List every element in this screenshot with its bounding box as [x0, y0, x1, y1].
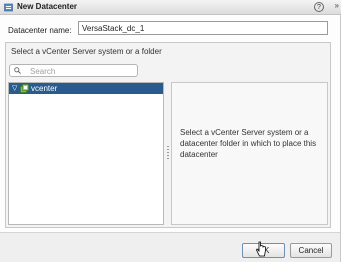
datacenter-name-input[interactable] [78, 21, 328, 35]
mouse-cursor-icon [256, 241, 266, 257]
dialog-footer: OK Cancel [0, 232, 340, 262]
location-label: Select a vCenter Server system or a fold… [11, 47, 162, 56]
help-icon[interactable]: ? [314, 2, 324, 12]
location-panel: Select a vCenter Server system or a fold… [5, 42, 331, 228]
datacenter-icon [4, 3, 13, 12]
datacenter-name-label: Datacenter name: [8, 26, 72, 35]
inventory-tree: ▽ vcenter [8, 82, 164, 225]
search-placeholder: Search [30, 67, 56, 76]
tree-item-label: vcenter [31, 84, 58, 93]
new-datacenter-dialog: New Datacenter ? » Datacenter name: Sele… [0, 0, 341, 262]
cancel-button[interactable]: Cancel [290, 243, 332, 258]
info-pane: Select a vCenter Server system or a data… [171, 82, 328, 225]
splitter-grip-icon[interactable] [167, 146, 169, 160]
search-icon [14, 67, 21, 74]
tree-item-vcenter[interactable]: ▽ vcenter [9, 83, 163, 94]
title-bar[interactable]: New Datacenter ? » [0, 0, 341, 15]
search-input[interactable]: Search [9, 64, 138, 77]
expand-icon[interactable]: » [335, 1, 340, 10]
panel-splitter[interactable] [166, 82, 170, 225]
vcenter-server-icon [20, 84, 29, 93]
expand-arrow-icon[interactable]: ▽ [12, 84, 17, 92]
dialog-title: New Datacenter [17, 2, 78, 11]
info-text: Select a vCenter Server system or a data… [180, 128, 317, 159]
